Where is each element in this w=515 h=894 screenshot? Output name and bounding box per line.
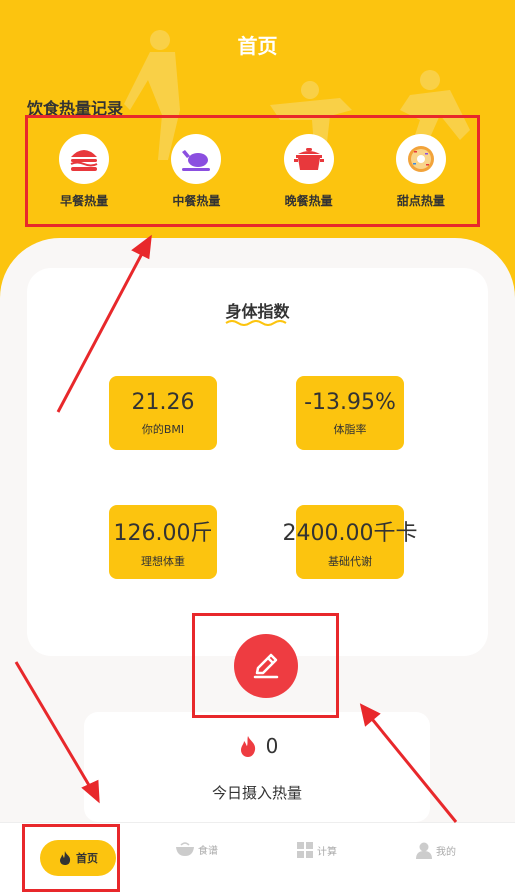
meal-label-breakfast: 早餐热量 — [60, 193, 109, 208]
bmr-value: 2400.00千卡 — [282, 521, 418, 546]
bmi-value: 21.26 — [131, 389, 195, 415]
intake-label: 今日摄入热量 — [211, 784, 302, 802]
tab-mine-label: 我的 — [436, 846, 456, 858]
cooking-pot-icon — [283, 133, 334, 184]
meal-breakfast[interactable]: 早餐热量 — [34, 133, 134, 209]
intake-row: 0 — [84, 734, 430, 758]
ideal-weight-label: 理想体重 — [141, 555, 185, 568]
edit-highlight — [192, 613, 339, 718]
bmi-metric: 21.26 你的BMI — [109, 376, 217, 450]
meal-label-dinner: 晚餐热量 — [284, 193, 333, 208]
body-fat-label: 体脂率 — [333, 422, 367, 436]
tab-calc[interactable]: 计算 — [296, 841, 337, 859]
edit-button[interactable] — [233, 633, 298, 698]
title-underline-decoration — [225, 320, 287, 326]
bowl-icon — [176, 842, 194, 856]
body-fat-metric: -13.95% 体脂率 — [296, 376, 404, 450]
ideal-weight-value: 126.00斤 — [113, 521, 213, 546]
burger-icon — [59, 133, 110, 184]
calculator-icon — [297, 842, 313, 858]
roast-chicken-icon — [171, 133, 222, 184]
bmi-label: 你的BMI — [141, 422, 185, 436]
meal-lunch[interactable]: 中餐热量 — [146, 133, 246, 209]
tab-food-label: 食谱 — [198, 845, 218, 857]
flame-icon — [240, 736, 255, 757]
tab-home-highlight — [22, 824, 120, 892]
ideal-weight-metric: 126.00斤 理想体重 — [109, 505, 217, 579]
meal-label-dessert: 甜点热量 — [396, 193, 445, 208]
tab-calc-label: 计算 — [317, 846, 337, 858]
meal-dessert[interactable]: 甜点热量 — [371, 133, 471, 209]
bmr-label: 基础代谢 — [328, 555, 372, 568]
page-title: 首页 — [237, 34, 278, 58]
meal-category-list: 早餐热量 中餐热量 晚餐热量 甜点热量 — [25, 115, 480, 227]
tab-food[interactable]: 食谱 — [175, 841, 218, 857]
meal-label-lunch: 中餐热量 — [172, 193, 221, 208]
user-icon — [416, 842, 432, 859]
pencil-icon — [253, 653, 278, 678]
body-index-card: 身体指数 21.26 你的BMI -13.95% 体脂率 126.00斤 理想体… — [27, 268, 488, 656]
bmr-metric: 2400.00千卡 基础代谢 — [283, 505, 418, 579]
donut-icon — [395, 133, 446, 184]
tab-mine[interactable]: 我的 — [415, 841, 456, 859]
daily-intake-card: 0 今日摄入热量 — [84, 712, 430, 822]
body-fat-value: -13.95% — [304, 389, 396, 415]
intake-value: 0 — [265, 734, 279, 758]
meal-dinner[interactable]: 晚餐热量 — [259, 133, 359, 209]
